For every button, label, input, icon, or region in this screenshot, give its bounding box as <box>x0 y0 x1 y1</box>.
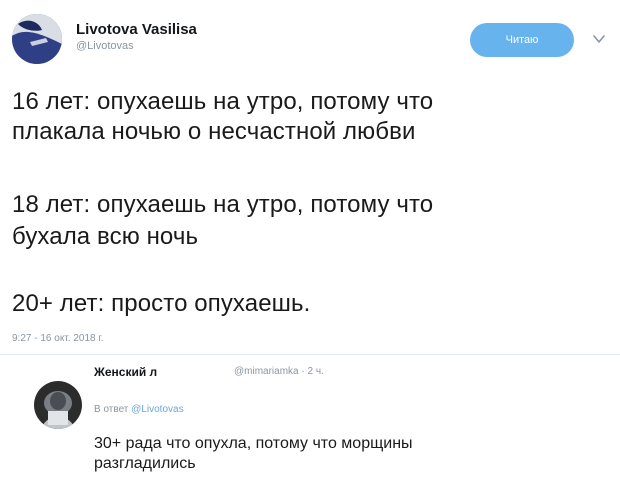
reply-meta: @mimariamka · 2 ч. <box>234 366 324 377</box>
reply-tweet: Женский л @mimariamka · 2 ч. В ответ @Li… <box>0 355 620 496</box>
tweet-text-line: 18 лет: опухаешь на утро, потому что <box>12 191 434 218</box>
tweet-text-line: бухала всю ночь <box>12 223 199 250</box>
tweet-text-line: плакала ночью о несчастной любви <box>12 118 416 145</box>
reply-to-handle[interactable]: @Livotovas <box>131 404 183 415</box>
follow-button[interactable]: Читаю <box>470 23 574 57</box>
tweet-text-line: 20+ лет: просто опухаешь. <box>12 290 311 317</box>
author-name[interactable]: Livotova Vasilisa <box>76 21 197 38</box>
avatar-image <box>12 14 62 64</box>
reply-text-line: 30+ рада что опухла, потому что морщины <box>94 435 413 452</box>
avatar[interactable] <box>12 14 62 64</box>
reply-text-line: разгладились <box>94 455 196 472</box>
reply-to: В ответ @Livotovas <box>94 404 184 415</box>
reply-to-prefix: В ответ <box>94 404 129 415</box>
tweet-text-line: 16 лет: опухаешь на утро, потому что <box>12 88 434 115</box>
reply-time[interactable]: 2 ч. <box>308 366 324 377</box>
reply-avatar[interactable] <box>34 381 82 429</box>
tweet-timestamp[interactable]: 9:27 - 16 окт. 2018 г. <box>12 333 104 344</box>
reply-author-handle[interactable]: @mimariamka <box>234 366 299 377</box>
reply-author-name[interactable]: Женский л <box>94 365 157 379</box>
chevron-down-icon[interactable] <box>590 32 608 46</box>
main-tweet: Livotova Vasilisa @Livotovas Читаю 16 ле… <box>0 0 620 360</box>
author-handle[interactable]: @Livotovas <box>76 40 134 52</box>
reply-avatar-image <box>34 381 82 429</box>
